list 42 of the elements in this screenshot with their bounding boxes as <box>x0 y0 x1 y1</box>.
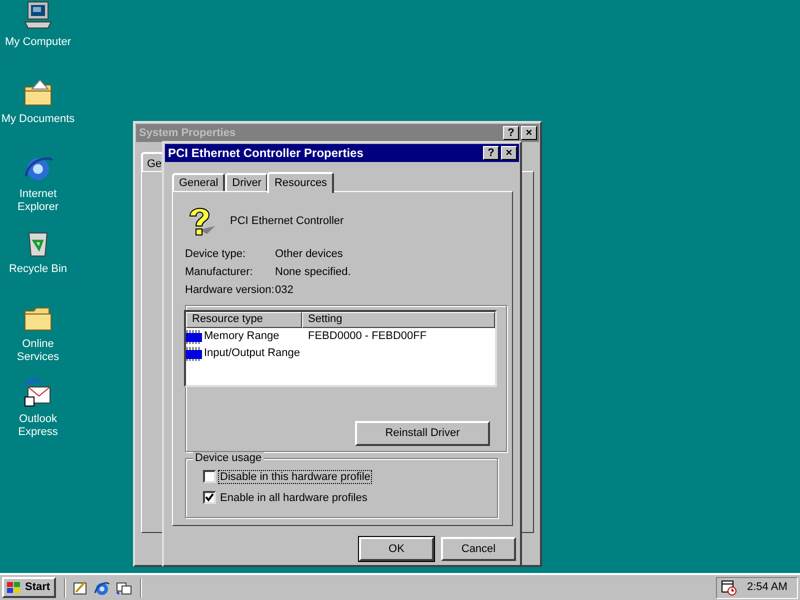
property-value: None specified. <box>275 266 352 278</box>
icon-label[interactable]: Online Services <box>0 338 76 364</box>
resource-type[interactable]: Input/Output Range <box>204 345 300 362</box>
property-label: Manufacturer: <box>185 266 254 278</box>
group-box-title: Device usage <box>193 452 264 464</box>
dialog-button[interactable]: Cancel <box>441 537 516 561</box>
resource-type[interactable]: Memory Range <box>204 328 280 345</box>
dialog-button[interactable]: OK <box>359 537 434 561</box>
checkbox-label[interactable]: Enable in all hardware profiles <box>219 492 368 504</box>
checkbox-label[interactable]: Disable in this hardware profile <box>219 470 372 482</box>
window-title: System Properties <box>139 126 236 141</box>
resource-setting: FEBD0000 - FEBD00FF <box>307 329 427 344</box>
column-header[interactable]: Resource type <box>186 312 302 328</box>
title-bar-button[interactable]: × <box>501 146 517 160</box>
icon-label[interactable]: Internet Explorer <box>0 188 76 214</box>
tab[interactable]: General <box>172 173 226 191</box>
property-value: Other devices <box>275 248 344 260</box>
property-label: Device type: <box>185 248 247 260</box>
icon-label[interactable]: Recycle Bin <box>0 263 76 276</box>
icon-label[interactable]: My Documents <box>0 113 76 126</box>
checkbox[interactable] <box>203 491 216 504</box>
property-label: Hardware version: <box>185 284 275 296</box>
reinstall-button[interactable]: Reinstall Driver <box>355 421 490 446</box>
window-title: PCI Ethernet Controller Properties <box>168 145 364 162</box>
calendar-clock-icon[interactable] <box>721 580 737 596</box>
icon-label[interactable]: My Computer <box>0 36 76 49</box>
notepad-icon[interactable] <box>72 580 88 596</box>
checkbox[interactable] <box>203 470 216 483</box>
tab[interactable]: Resources <box>267 172 334 193</box>
globe-icon[interactable] <box>94 580 110 596</box>
tab[interactable]: Driver <box>225 173 268 191</box>
title-bar-button[interactable]: ? <box>483 146 499 160</box>
property-value: 032 <box>275 284 294 296</box>
device-name: PCI Ethernet Controller <box>230 214 344 229</box>
clock: 2:54 AM <box>747 580 788 596</box>
flag-icon <box>6 580 22 594</box>
title-bar-button[interactable]: × <box>521 126 537 140</box>
start-button[interactable]: Start <box>2 577 56 598</box>
window-switch-icon[interactable] <box>116 580 132 596</box>
column-header[interactable]: Setting <box>302 312 495 328</box>
title-bar-button[interactable]: ? <box>503 126 519 140</box>
icon-label[interactable]: Outlook Express <box>0 413 76 439</box>
